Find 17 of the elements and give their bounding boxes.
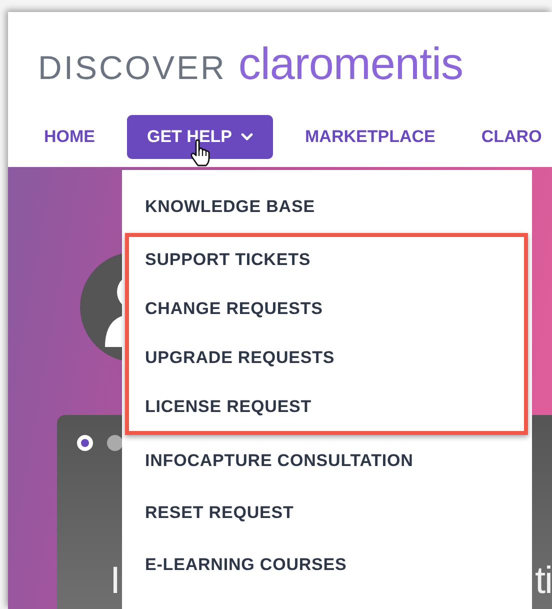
menu-item[interactable]: INFOCAPTURE CONSULTATION: [122, 435, 532, 487]
menu-item[interactable]: CHANGE REQUESTS: [129, 284, 524, 333]
logo-name: claromentis: [238, 38, 463, 90]
nav-link[interactable]: HOME: [30, 115, 109, 159]
menu-item[interactable]: E-LEARNING COURSES: [122, 539, 532, 591]
menu-item[interactable]: SUPPORT TICKETS: [129, 235, 524, 284]
menu-item[interactable]: RESET REQUEST: [122, 487, 532, 539]
logo-prefix: DISCOVER: [38, 49, 226, 87]
nav-link[interactable]: MARKETPLACE: [291, 115, 450, 159]
menu-item[interactable]: UPGRADE REQUESTS: [129, 333, 524, 382]
menu-item[interactable]: KNOWLEDGE BASE: [122, 181, 532, 233]
nav-link[interactable]: CLARO: [467, 115, 552, 159]
menu-item[interactable]: LICENSE REQUEST: [129, 382, 524, 431]
card-heading: I: [110, 559, 121, 603]
carousel-dot[interactable]: [77, 435, 93, 451]
carousel-dot[interactable]: [107, 435, 123, 451]
card-heading: ti: [535, 559, 552, 603]
